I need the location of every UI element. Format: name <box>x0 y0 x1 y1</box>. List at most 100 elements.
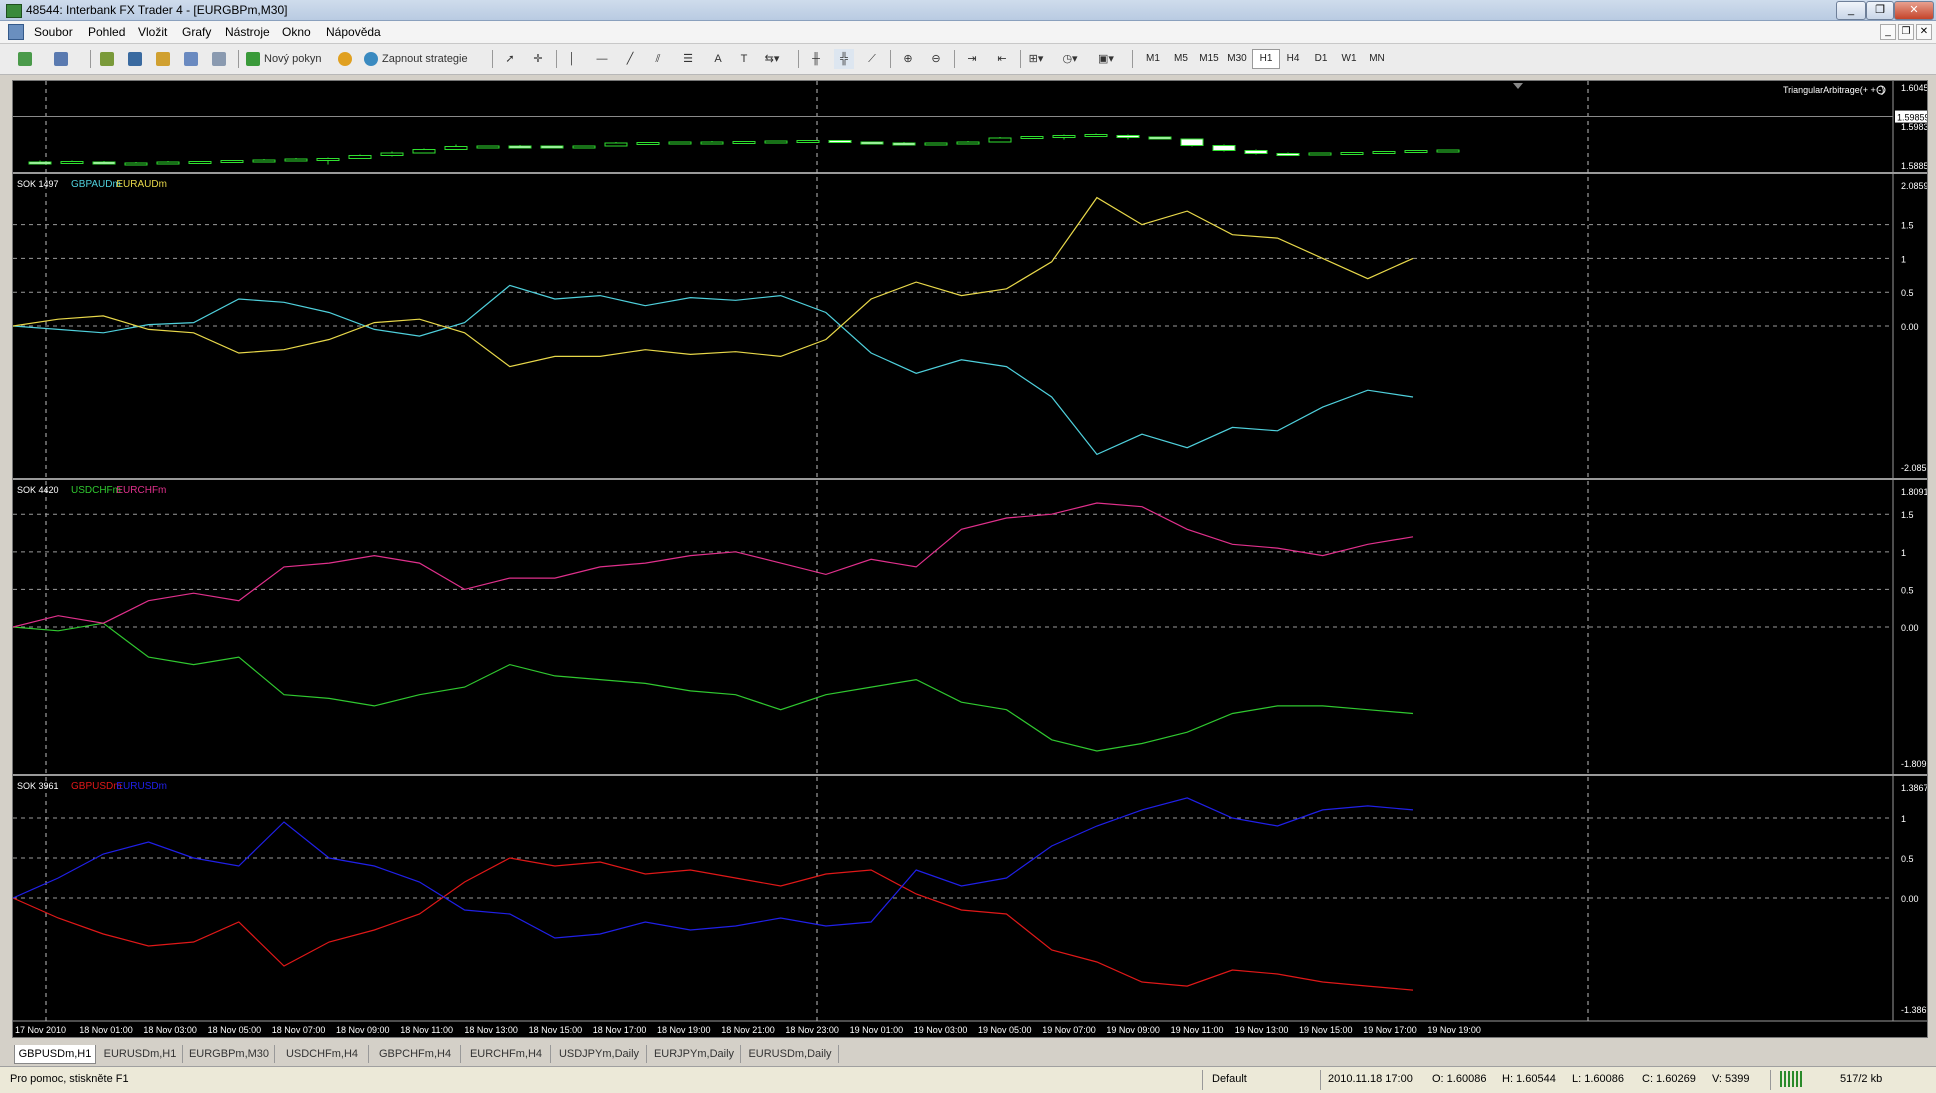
line-chart-icon[interactable]: ⟋ <box>862 49 882 69</box>
status-datetime: 2010.11.18 17:00 <box>1328 1073 1413 1085</box>
candlestick-icon[interactable]: ╬ <box>834 49 854 69</box>
time-axis-label: 18 Nov 09:00 <box>336 1025 390 1035</box>
favorites-icon[interactable] <box>154 49 174 69</box>
trendline-icon[interactable]: ╱ <box>620 49 640 69</box>
fibonacci-icon[interactable]: ☰ <box>678 49 698 69</box>
auto-scroll-icon[interactable]: ⇥ <box>962 49 982 69</box>
candle-body <box>28 161 52 165</box>
candle-body <box>1372 151 1396 154</box>
mdi-minimize-button[interactable]: _ <box>1880 24 1896 40</box>
window-title: 48544: Interbank FX Trader 4 - [EURGBPm,… <box>26 3 288 17</box>
timeframe-d1[interactable]: D1 <box>1308 49 1334 69</box>
new-order-button[interactable]: Nový pokyn <box>244 49 325 69</box>
channel-icon[interactable]: ⫽ <box>648 49 668 69</box>
candle-body <box>828 140 852 143</box>
text-icon[interactable]: A <box>708 49 728 69</box>
price-axis-label: 1.60450 <box>1901 83 1927 93</box>
timeframe-h1[interactable]: H1 <box>1252 49 1280 69</box>
navigator-icon[interactable] <box>126 49 146 69</box>
candle-body <box>1276 153 1300 156</box>
mdi-close-button[interactable]: ✕ <box>1916 24 1932 40</box>
document-icon[interactable] <box>8 24 24 40</box>
time-axis-label: 19 Nov 15:00 <box>1299 1025 1353 1035</box>
chart-tab[interactable]: EURUSDm,H1 <box>98 1045 183 1063</box>
timeframe-m5[interactable]: M5 <box>1168 49 1194 69</box>
indicator-axis-label: -1.3867 <box>1901 1005 1927 1015</box>
chart-tab[interactable]: USDCHFm,H4 <box>276 1045 369 1063</box>
candle-body <box>92 161 116 165</box>
text-label-icon[interactable]: T <box>734 49 754 69</box>
indicators-icon[interactable]: ⊞▾ <box>1026 49 1046 69</box>
candle-body <box>1020 136 1044 139</box>
menu-insert[interactable]: Vložit <box>138 25 167 39</box>
terminal-icon[interactable] <box>182 49 202 69</box>
chart-tab[interactable]: EURUSDm,Daily <box>742 1045 839 1063</box>
series-line <box>13 622 1414 752</box>
candle-body <box>1052 135 1076 138</box>
timeframe-m15[interactable]: M15 <box>1196 49 1222 69</box>
market-watch-icon[interactable] <box>98 49 118 69</box>
candle-body <box>604 142 628 147</box>
chart-window[interactable]: 1.604501.598591.598301.58850TriangularAr… <box>12 80 1928 1038</box>
chart-canvas[interactable]: 1.604501.598591.598301.58850TriangularAr… <box>13 81 1927 1037</box>
crosshair-icon[interactable]: ✛ <box>528 49 548 69</box>
time-axis-label: 19 Nov 03:00 <box>914 1025 968 1035</box>
menu-charts[interactable]: Grafy <box>182 25 211 39</box>
price-axis-label: 1.59830 <box>1901 122 1927 132</box>
menu-window[interactable]: Okno <box>282 25 311 39</box>
indicator-axis-label: 1.3867 <box>1901 783 1927 793</box>
minimize-button[interactable]: _ <box>1836 1 1866 20</box>
profiles-icon[interactable] <box>52 49 72 69</box>
zoom-in-icon[interactable]: ⊕ <box>898 49 918 69</box>
menu-help[interactable]: Nápověda <box>326 25 381 39</box>
chart-shift-icon[interactable]: ⇤ <box>992 49 1012 69</box>
metaeditor-icon[interactable] <box>336 49 356 69</box>
vertical-line-icon[interactable]: │ <box>562 49 582 69</box>
horizontal-line-icon[interactable]: — <box>592 49 612 69</box>
arrows-icon[interactable]: ⇆▾ <box>762 49 782 69</box>
status-high: H: 1.60544 <box>1502 1073 1556 1085</box>
periods-icon[interactable]: ◷▾ <box>1060 49 1080 69</box>
candle-body <box>252 159 276 163</box>
mdi-restore-button[interactable]: ❐ <box>1898 24 1914 40</box>
new-chart-icon[interactable] <box>16 49 36 69</box>
chart-tab[interactable]: USDJPYm,Daily <box>552 1045 647 1063</box>
candle-body <box>1212 145 1236 151</box>
timeframe-h4[interactable]: H4 <box>1280 49 1306 69</box>
menu-view[interactable]: Pohled <box>88 25 125 39</box>
maximize-button[interactable]: ❐ <box>1866 1 1894 20</box>
time-axis-label: 19 Nov 01:00 <box>850 1025 904 1035</box>
timeframe-mn[interactable]: MN <box>1364 49 1390 69</box>
menu-file[interactable]: Soubor <box>34 25 73 39</box>
toggle-strategies-button[interactable]: Zapnout strategie <box>362 49 472 69</box>
menu-tools[interactable]: Nástroje <box>225 25 270 39</box>
time-axis-label: 18 Nov 01:00 <box>79 1025 133 1035</box>
zoom-out-icon[interactable]: ⊖ <box>926 49 946 69</box>
series-legend-label: EURAUDm <box>116 179 167 190</box>
status-separator <box>1202 1070 1203 1090</box>
timeframe-m1[interactable]: M1 <box>1140 49 1166 69</box>
chart-tab[interactable]: EURJPYm,Daily <box>648 1045 741 1063</box>
timeframe-w1[interactable]: W1 <box>1336 49 1362 69</box>
time-axis-label: 18 Nov 07:00 <box>272 1025 326 1035</box>
candle-body <box>924 142 948 146</box>
tester-icon[interactable] <box>210 49 230 69</box>
status-separator <box>1320 1070 1321 1090</box>
chart-tab[interactable]: GBPUSDm,H1 <box>14 1045 96 1064</box>
cursor-icon[interactable]: ➚ <box>500 49 520 69</box>
status-open: O: 1.60086 <box>1432 1073 1487 1085</box>
chart-tab[interactable]: EURCHFm,H4 <box>462 1045 551 1063</box>
close-button[interactable]: ✕ <box>1894 1 1934 20</box>
status-volume: V: 5399 <box>1712 1073 1750 1085</box>
bar-chart-icon[interactable]: ╫ <box>806 49 826 69</box>
chart-tab[interactable]: GBPCHFm,H4 <box>370 1045 461 1063</box>
candle-body <box>284 158 308 162</box>
status-bar: Pro pomoc, stiskněte F1 Default 2010.11.… <box>0 1066 1936 1093</box>
chart-tab[interactable]: EURGBPm,M30 <box>184 1045 275 1063</box>
templates-icon[interactable]: ▣▾ <box>1096 49 1116 69</box>
indicator-label: TriangularArbitrage(+ + -) <box>1783 85 1884 95</box>
indicator-axis-label: 0.5 <box>1901 288 1914 298</box>
candle-body <box>796 140 820 143</box>
timeframe-m30[interactable]: M30 <box>1224 49 1250 69</box>
candle-body <box>380 152 404 156</box>
